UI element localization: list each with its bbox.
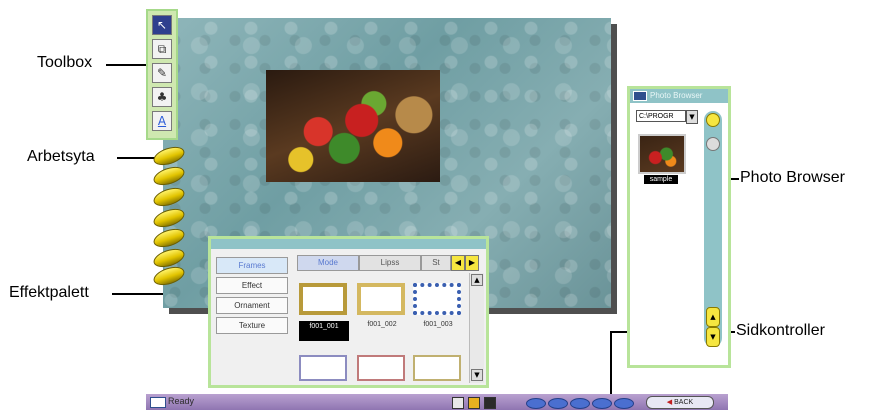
page-control-last-button[interactable]: [614, 398, 634, 409]
page-down-icon[interactable]: ▼: [706, 327, 720, 347]
toolbox-leader: [106, 64, 148, 66]
tab-st[interactable]: St: [421, 255, 451, 271]
text-tool-icon[interactable]: A: [152, 111, 172, 131]
scroll-up-icon[interactable]: ▲: [471, 274, 483, 286]
photo-thumbnail-label: sample: [644, 175, 678, 184]
page-control-prev-button[interactable]: [548, 398, 568, 409]
scroll-down-icon[interactable]: ▼: [471, 369, 483, 381]
brush-tool-icon[interactable]: ✎: [152, 63, 172, 83]
sidkontroller-callout: Sidkontroller: [736, 322, 825, 339]
photo-browser-scrollbar[interactable]: ▲ ▼: [704, 111, 722, 347]
palette-scrollbar[interactable]: ▲ ▼: [469, 273, 484, 383]
photo-browser-callout: Photo Browser: [740, 169, 845, 186]
folder-path-dropdown[interactable]: C:\PROGR: [636, 110, 686, 122]
tab-scroll-right-icon[interactable]: ▶: [465, 255, 479, 271]
fruit-basket-photo[interactable]: [266, 70, 440, 182]
photo-thumbnail[interactable]: [638, 134, 686, 174]
fill-tool-icon[interactable]: ♣: [152, 87, 172, 107]
effektpalett-callout: Effektpalett: [9, 284, 89, 301]
photo-browser-titlebar[interactable]: Photo Browser: [630, 89, 728, 103]
back-button-label: BACK: [674, 399, 694, 406]
category-ornament-button[interactable]: Ornament: [216, 297, 288, 314]
tab-scroll-left-icon[interactable]: ◀: [451, 255, 465, 271]
thumbnail-label: f001_003: [423, 321, 453, 328]
frame-thumbnail[interactable]: [357, 283, 405, 315]
scroll-down-icon[interactable]: [706, 137, 720, 151]
photo-browser-app-icon: [633, 91, 647, 101]
arbetsyta-callout: Arbetsyta: [27, 148, 95, 165]
category-frames-button[interactable]: Frames: [216, 257, 288, 274]
category-texture-button[interactable]: Texture: [216, 317, 288, 334]
page-up-icon[interactable]: ▲: [706, 307, 720, 327]
frame-thumbnail[interactable]: [299, 355, 347, 381]
sidkontroller-leader-v: [610, 331, 612, 398]
save-icon[interactable]: [484, 397, 496, 409]
thumbnail-label: f001_001: [299, 321, 349, 341]
frame-thumbnail[interactable]: [357, 355, 405, 381]
effect-palette: Frames Effect Ornament Texture Mode Lips…: [208, 236, 489, 388]
photo-browser-title: Photo Browser: [650, 91, 703, 100]
category-effect-button[interactable]: Effect: [216, 277, 288, 294]
tab-mode[interactable]: Mode: [297, 255, 359, 271]
window-icon: [150, 397, 166, 408]
status-text: Ready: [168, 396, 195, 406]
photo-browser-panel: Photo Browser C:\PROGR ▼ sample ▲ ▼: [627, 86, 731, 368]
thumbnail-label: f001_002: [367, 321, 397, 328]
toolbox: ↖ ⧉ ✎ ♣ A: [146, 9, 178, 140]
effect-palette-titlebar[interactable]: [211, 239, 486, 249]
frame-thumbnail[interactable]: [299, 283, 347, 315]
crop-tool-icon[interactable]: ⧉: [152, 39, 172, 59]
select-tool-icon[interactable]: ↖: [152, 15, 172, 35]
toolbox-callout: Toolbox: [37, 54, 93, 71]
tab-lipss[interactable]: Lipss: [359, 255, 421, 271]
page-control-page-button[interactable]: [570, 398, 590, 409]
page-control-first-button[interactable]: [526, 398, 546, 409]
page-control-next-button[interactable]: [592, 398, 612, 409]
back-arrow-icon: ◀: [666, 399, 673, 406]
scroll-up-icon[interactable]: [706, 113, 720, 127]
print-icon[interactable]: [452, 397, 464, 409]
status-bar: Ready ◀ BACK: [146, 394, 728, 410]
folder-icon[interactable]: [468, 397, 480, 409]
frame-thumbnail[interactable]: [413, 355, 461, 381]
back-button[interactable]: ◀ BACK: [646, 396, 714, 409]
dropdown-arrow-icon[interactable]: ▼: [686, 110, 698, 124]
frame-thumbnail[interactable]: [413, 283, 461, 315]
